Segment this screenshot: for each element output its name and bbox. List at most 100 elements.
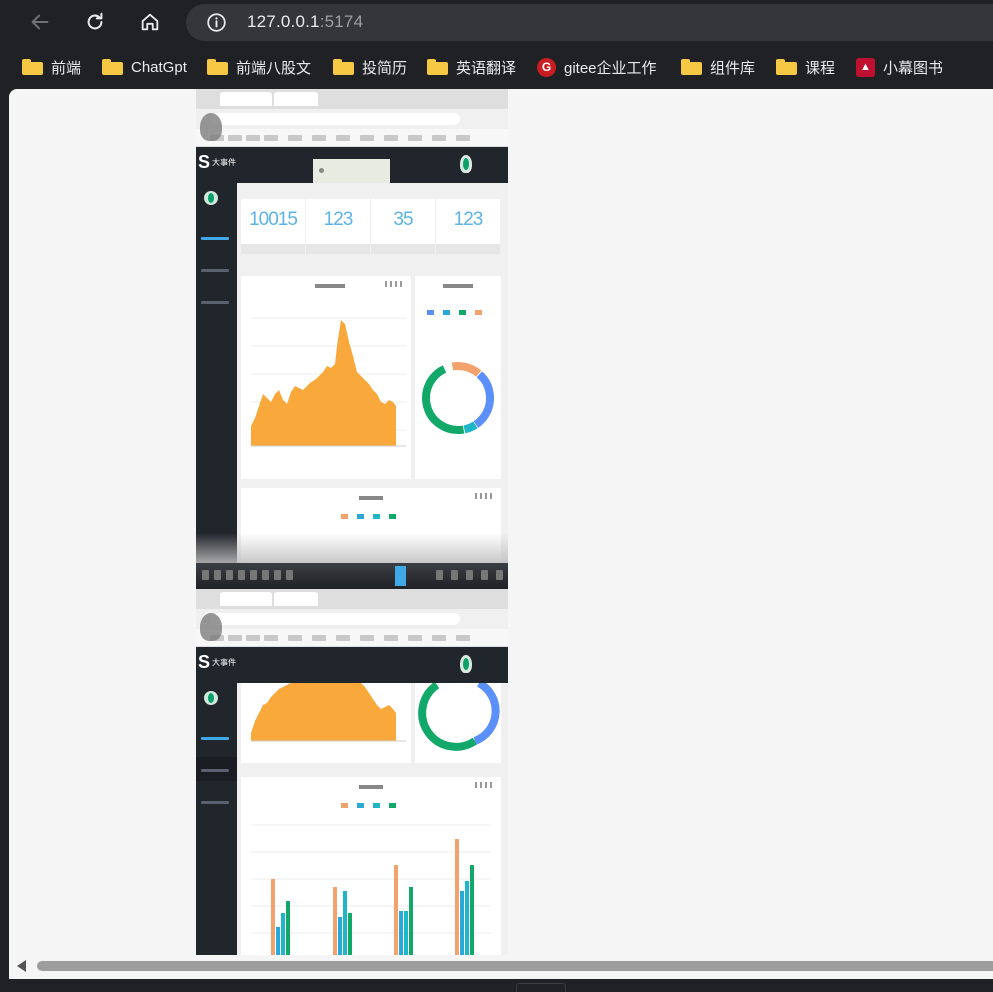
webcam-overlay (200, 613, 222, 641)
url-host: 127.0.0.1 (247, 12, 320, 31)
url-text: 127.0.0.1:5174 (247, 12, 363, 32)
area-chart (251, 317, 406, 447)
donut-chart-card (415, 276, 501, 479)
sidebar-item-user[interactable] (201, 301, 229, 304)
bookmark-label: 前端八股文 (236, 59, 312, 77)
stat-card: 123 (306, 199, 370, 254)
home-button[interactable] (135, 7, 165, 37)
scrollbar-thumb[interactable] (37, 961, 993, 971)
stat-value: 123 (453, 209, 484, 230)
bookmark-label: 投简历 (362, 59, 408, 77)
bookmark-gitee[interactable]: Ggitee企业工作 (537, 56, 657, 78)
chart-toolbox[interactable] (475, 493, 495, 499)
page-viewport: S 大事件 10015 123 35 123 S 大事件 (9, 89, 993, 979)
stat-value: 35 (393, 209, 413, 230)
stat-card: 35 (371, 199, 435, 254)
recording-frame-2: S 大事件 (196, 589, 508, 955)
url-port: :5174 (319, 12, 364, 31)
frame-fade (196, 533, 508, 563)
horizontal-scrollbar[interactable] (9, 959, 993, 973)
stat-value: 10015 (249, 209, 298, 230)
webcam-overlay (200, 113, 222, 141)
sidebar-item-user[interactable] (201, 801, 229, 804)
bookmark-muke-books[interactable]: ▲ 小幕图书 (856, 56, 943, 78)
dashboard-logo: S 大事件 (198, 652, 238, 678)
sidebar-item-home[interactable] (201, 737, 229, 740)
area-chart-card (241, 683, 411, 763)
dashboard-logo: S 大事件 (198, 152, 238, 178)
embedded-address-bar (196, 109, 508, 129)
recording-frame-1: S 大事件 10015 123 35 123 (196, 89, 508, 589)
user-avatar[interactable] (460, 655, 472, 673)
reload-button[interactable] (80, 7, 110, 37)
folder-icon (681, 59, 702, 75)
bookmarks-bar: 前端 ChatGpt 前端八股文 投简历 英语翻译 Ggitee企业工作 组件库… (0, 46, 993, 88)
embedded-tab-strip (196, 89, 508, 109)
bottom-edge (0, 979, 993, 992)
embedded-bookmarks (196, 629, 508, 647)
bookmark-resume[interactable]: 投简历 (333, 56, 407, 78)
dashboard-sidebar (196, 683, 237, 955)
site-info-icon[interactable] (206, 12, 227, 33)
home-icon (141, 13, 159, 31)
stat-card: 123 (436, 199, 500, 254)
dashboard-main (237, 683, 508, 955)
sidebar-item-articles[interactable] (201, 269, 229, 272)
stat-value: 123 (323, 209, 354, 230)
logo-mark: S (198, 152, 211, 172)
folder-icon (207, 59, 228, 75)
bookmark-label: 小幕图书 (883, 59, 944, 77)
bookmark-courses[interactable]: 课程 (776, 56, 835, 78)
recording-image: S 大事件 10015 123 35 123 S 大事件 (196, 89, 508, 955)
bookmark-label: 前端 (51, 59, 82, 77)
sidebar-avatar (204, 191, 218, 205)
stat-card: 10015 (241, 199, 305, 254)
bookmark-label: 英语翻译 (456, 59, 517, 77)
header-dropdown[interactable] (313, 159, 390, 183)
bookmark-interview-notes[interactable]: 前端八股文 (207, 56, 311, 78)
dashboard-main: 10015 123 35 123 (237, 183, 508, 563)
bookmark-translate[interactable]: 英语翻译 (427, 56, 516, 78)
back-button[interactable] (25, 7, 55, 37)
muke-icon: ▲ (856, 57, 875, 77)
area-chart (251, 683, 406, 742)
area-series (251, 683, 396, 741)
dashboard-sidebar (196, 183, 237, 563)
back-arrow-icon (31, 14, 49, 30)
folder-icon (776, 59, 797, 75)
folder-icon (22, 59, 43, 75)
folder-icon (427, 59, 448, 75)
chart-title-blur (359, 496, 383, 500)
embedded-tab-strip (196, 589, 508, 609)
logo-mark: S (198, 652, 211, 672)
bar-chart (251, 824, 491, 955)
donut-chart (422, 362, 494, 434)
folder-icon (102, 59, 123, 75)
bookmark-label: 组件库 (710, 59, 756, 77)
legend-item[interactable] (373, 514, 380, 519)
browser-toolbar: 127.0.0.1:5174 (0, 0, 993, 46)
reload-icon (87, 12, 103, 30)
logo-name: 大事件 (212, 658, 236, 667)
address-bar[interactable]: 127.0.0.1:5174 (186, 4, 993, 41)
dashboard-header: S 大事件 (196, 147, 508, 183)
bookmark-label: 课程 (805, 59, 836, 77)
legend-item[interactable] (341, 514, 348, 519)
bookmark-label: ChatGpt (131, 58, 187, 76)
sidebar-item-articles[interactable] (201, 769, 229, 772)
embedded-bookmarks (196, 129, 508, 147)
scroll-left-arrow-icon[interactable] (17, 960, 26, 972)
sidebar-item-home[interactable] (201, 237, 229, 240)
folder-icon (333, 59, 354, 75)
bookmark-label: gitee企业工作 (564, 59, 657, 77)
legend-item[interactable] (357, 514, 364, 519)
bookmark-chatgpt[interactable]: ChatGpt (102, 56, 187, 78)
user-avatar[interactable] (460, 155, 472, 173)
bookmark-components[interactable]: 组件库 (681, 56, 755, 78)
legend-item[interactable] (389, 514, 396, 519)
area-series (251, 320, 396, 446)
dashboard-header: S 大事件 (196, 647, 508, 683)
embedded-address-bar (196, 609, 508, 629)
donut-chart (418, 683, 500, 751)
bookmark-frontend[interactable]: 前端 (22, 56, 81, 78)
